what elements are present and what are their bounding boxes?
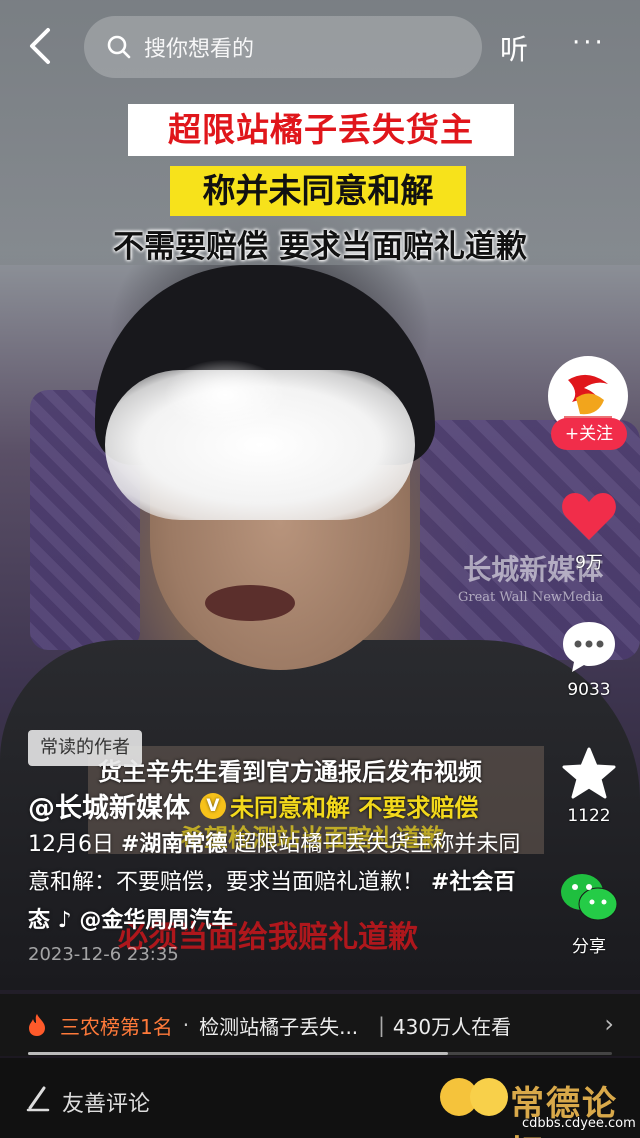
post-timestamp: 2023-12-6 23:35 (28, 944, 179, 965)
back-button[interactable] (24, 26, 58, 66)
author-handle: @长城新媒体 (28, 793, 190, 824)
wechat-icon (561, 874, 618, 921)
video-subtitle-1: 货主辛先生看到官方通报后发布视频 (98, 758, 482, 786)
caption-date: 12月6日 (28, 832, 121, 857)
follow-button[interactable]: +关注 (551, 418, 627, 450)
pen-icon (26, 1086, 50, 1112)
face-blur-cloud (105, 360, 415, 520)
heart-icon (562, 493, 616, 540)
mention-jinhua[interactable]: ♪ @金华周周汽车 (50, 908, 234, 933)
frequent-author-tag: 常读的作者 (28, 730, 142, 766)
like-button[interactable]: 9万 (554, 490, 624, 573)
share-label: 分享 (572, 937, 606, 957)
comment-placeholder: 友善评论 (62, 1092, 151, 1117)
share-button[interactable]: 分享 (554, 870, 624, 957)
author-name[interactable]: @长城新媒体 V (28, 786, 226, 825)
post-caption: 12月6日 #湖南常德 超限站橘子丢失货主称并未同意和解：不要赔偿，要求当面赔礼… (28, 826, 528, 940)
fire-icon (29, 1014, 45, 1036)
favorite-count: 1122 (567, 806, 611, 826)
video-banner-title: 超限站橘子丢失货主 (128, 104, 514, 156)
person-mouth (205, 585, 295, 621)
hashtag-hunan-changde[interactable]: #湖南常德 (121, 832, 227, 857)
comment-count: 9033 (567, 680, 611, 700)
like-count: 9万 (575, 553, 603, 573)
video-progress-bar[interactable] (28, 1052, 612, 1055)
chevron-right-icon: › (604, 1010, 614, 1038)
video-banner-subtitle: 称并未同意和解 (170, 166, 466, 216)
verified-icon: V (200, 792, 226, 819)
hot-ranking-bar[interactable]: 三农榜第1名 · 检测站橘子丢失... | 430万人在看 › (0, 994, 640, 1056)
video-banner-line3: 不需要赔偿 要求当面赔礼道歉 (113, 229, 527, 265)
site-url: cdbbs.cdyee.com (522, 1116, 636, 1131)
listen-button[interactable]: 听 (500, 28, 528, 68)
search-placeholder: 搜你想看的 (144, 37, 255, 62)
hot-dot: · (182, 1013, 190, 1037)
chevron-left-icon (30, 28, 50, 64)
hot-topic-title: 检测站橘子丢失... (199, 1014, 359, 1039)
more-button[interactable]: ··· (572, 28, 606, 58)
hot-rank-label: 三农榜第1名 (60, 1014, 173, 1039)
favorite-button[interactable]: 1122 (554, 746, 624, 826)
star-icon (562, 747, 616, 799)
video-progress-fill (28, 1052, 449, 1055)
comment-button[interactable]: 9033 (554, 618, 624, 700)
comment-icon (563, 622, 615, 672)
search-bar[interactable]: 搜你想看的 (84, 16, 482, 78)
watermark-en: Great Wall NewMedia (458, 590, 604, 605)
hot-separator: | (378, 1013, 385, 1037)
hot-view-count: 430万人在看 (392, 1014, 512, 1039)
search-icon (107, 35, 131, 59)
emoji-smile-icon[interactable] (470, 1078, 508, 1116)
